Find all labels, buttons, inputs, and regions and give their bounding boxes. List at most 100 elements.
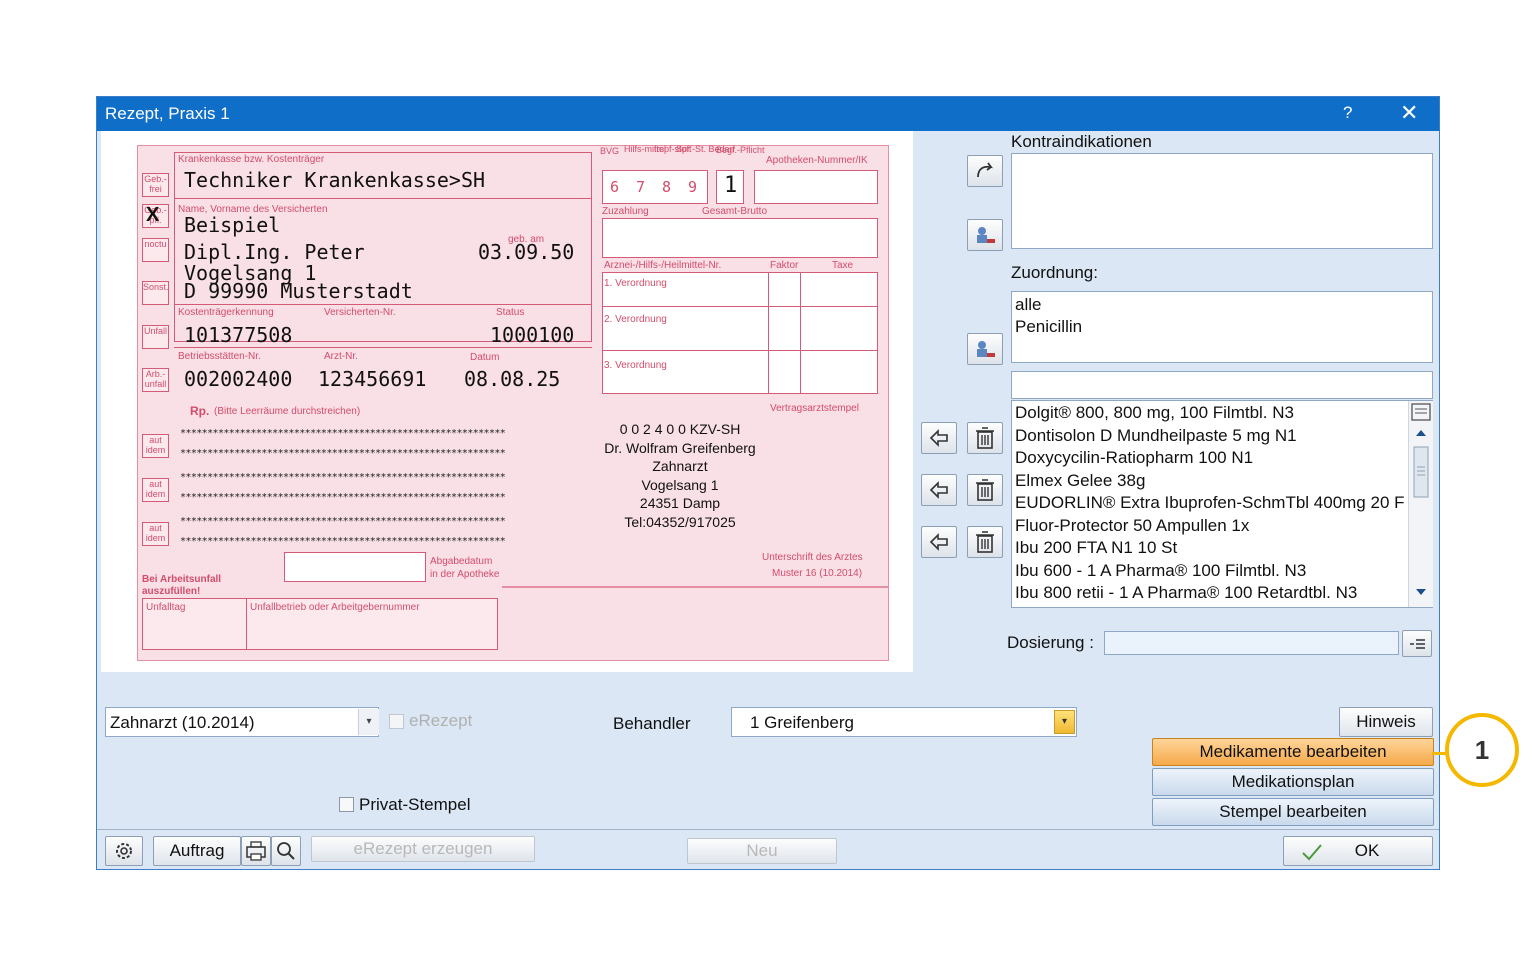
abgabedatum-boxes: [284, 552, 426, 582]
ok-label: OK: [1354, 841, 1380, 860]
unfall-hint-2: auszufüllen!: [142, 586, 201, 597]
redo-arrow-button[interactable]: [967, 155, 1003, 187]
erezept-erzeugen-button[interactable]: eRezept erzeugen: [311, 836, 535, 862]
apotheken-nr-box: [754, 170, 878, 204]
strike-line: ****************************************…: [180, 448, 506, 459]
zuordnung-list[interactable]: alle Penicillin: [1011, 291, 1433, 363]
medikament-search-input[interactable]: [1011, 371, 1433, 399]
kontraindikationen-box[interactable]: [1011, 153, 1433, 249]
divider: [602, 306, 878, 307]
hinweis-button[interactable]: Hinweis: [1339, 707, 1433, 737]
delete-verordnung-1-button[interactable]: [967, 422, 1003, 454]
preview-button[interactable]: [271, 836, 301, 866]
medikament-item[interactable]: Ibu 800 retii - 1 A Pharma® 100 Retardtb…: [1015, 582, 1407, 605]
muster16-form: Geb.-frei Geb.-pfl. X noctu Sonst. Unfal…: [137, 144, 889, 661]
medikamente-list[interactable]: Dolgit® 800, 800 mg, 100 Filmtbl. N3 Don…: [1011, 400, 1433, 608]
apotheken-nr-label: Apotheken-Nummer/IK: [766, 155, 868, 166]
arzt-value: 123456691: [318, 367, 427, 391]
formular-select[interactable]: Zahnarzt (10.2014) ▾: [105, 707, 379, 737]
dosierung-input[interactable]: [1104, 631, 1399, 655]
medikament-item[interactable]: Elmex Gelee 38g: [1015, 470, 1407, 493]
medikament-item[interactable]: Fluor-Protector 50 Ampullen 1x: [1015, 515, 1407, 538]
sonst-box[interactable]: Sonst.: [142, 281, 169, 305]
chevron-down-icon[interactable]: ▾: [358, 709, 379, 735]
medikament-item[interactable]: Doxycycilin-Ratiopharm 100 N1: [1015, 447, 1407, 470]
bsnr-label: Betriebsstätten-Nr.: [178, 351, 261, 362]
settings-button[interactable]: [105, 836, 143, 866]
ktk-value: 101377508: [184, 323, 293, 347]
medikamente-bearbeiten-button[interactable]: Medikamente bearbeiten: [1152, 738, 1434, 766]
verordnung-2-label: 2. Verordnung: [604, 314, 667, 325]
delete-verordnung-3-button[interactable]: [967, 526, 1003, 558]
callout-badge: 1: [1445, 713, 1519, 787]
medikament-item[interactable]: Dontisolon D Mundheilpaste 5 mg N1: [1015, 425, 1407, 448]
bvg-label: BVG: [600, 146, 620, 156]
add-verordnung-3-button[interactable]: [921, 526, 957, 558]
chevron-down-icon[interactable]: ▾: [1054, 710, 1075, 734]
medikament-item[interactable]: Ibu 200 FTA N1 10 St: [1015, 537, 1407, 560]
add-verordnung-1-button[interactable]: [921, 422, 957, 454]
window-title: Rezept, Praxis 1: [105, 104, 230, 123]
faktor-label: Faktor: [770, 260, 799, 271]
digit-9: 9: [688, 178, 698, 196]
behandler-label: Behandler: [613, 714, 691, 733]
arbeitsunfall-box[interactable]: Arb.-unfall: [142, 368, 169, 392]
strike-line: ****************************************…: [180, 536, 506, 547]
dosierung-list-button[interactable]: [1402, 630, 1432, 657]
arzt-label: Arzt-Nr.: [324, 351, 358, 362]
arrow-left-icon: [929, 533, 948, 551]
behandler-select[interactable]: 1 Greifenberg ▾: [731, 707, 1077, 737]
help-button[interactable]: ?: [1343, 103, 1352, 123]
privat-stempel-checkbox[interactable]: [339, 797, 354, 812]
doctor-stamp: 0 0 2 4 0 0 KZV-SH Dr. Wolfram Greifenbe…: [590, 420, 770, 531]
patient-assign-button[interactable]: [967, 219, 1003, 251]
scrollbar[interactable]: [1408, 401, 1433, 607]
geb-frei-box[interactable]: Geb.-frei: [142, 173, 169, 197]
status-value: 1000100: [490, 323, 575, 347]
neu-button[interactable]: Neu: [687, 838, 837, 864]
prescription-dialog: Rezept, Praxis 1 ? ✕ Geb.-frei Geb.-pfl.…: [96, 96, 1440, 870]
unfalltag-label: Unfalltag: [146, 602, 186, 613]
apotheke-label: in der Apotheke: [430, 569, 500, 580]
patient-assign-button-2[interactable]: [967, 333, 1003, 365]
ok-button[interactable]: OK: [1283, 836, 1433, 866]
erezept-checkbox[interactable]: [389, 714, 404, 729]
dosierung-label: Dosierung :: [1007, 633, 1094, 652]
medikament-item[interactable]: Ibu 600 - 1 A Pharma® 100 Filmtbl. N3: [1015, 560, 1407, 583]
print-button[interactable]: [241, 836, 271, 866]
zuordnung-item[interactable]: Penicillin: [1015, 316, 1082, 339]
auftrag-button[interactable]: Auftrag: [153, 836, 241, 866]
medikament-item[interactable]: Dolgit® 800, 800 mg, 100 Filmtbl. N3: [1015, 402, 1407, 425]
close-button[interactable]: ✕: [1400, 100, 1418, 126]
unfall-box[interactable]: Unfall: [142, 325, 169, 349]
formular-select-value: Zahnarzt (10.2014): [110, 713, 255, 732]
taxe-label: Taxe: [832, 260, 854, 271]
delete-verordnung-2-button[interactable]: [967, 474, 1003, 506]
form-edge: [502, 586, 888, 588]
datum-label: Datum: [470, 352, 500, 363]
scrollbar-graphic: [1411, 403, 1431, 595]
bsnr-value: 002002400: [184, 367, 293, 391]
erezept-label: eRezept: [409, 711, 473, 730]
medikament-item[interactable]: EUDORLIN® Extra Ibuprofen-SchmTbl 400mg …: [1015, 492, 1407, 515]
add-verordnung-2-button[interactable]: [921, 474, 957, 506]
stamp-line: Vogelsang 1: [641, 476, 719, 493]
aut-idem-box-3[interactable]: aut idem: [142, 522, 169, 546]
unfallbetrieb-label: Unfallbetrieb oder Arbeitgebernummer: [250, 602, 420, 613]
medikationsplan-button[interactable]: Medikationsplan: [1152, 768, 1434, 796]
stempel-bearbeiten-button[interactable]: Stempel bearbeiten: [1152, 798, 1434, 826]
aut-idem-box-2[interactable]: aut idem: [142, 478, 169, 502]
verordnung-table: [602, 272, 878, 394]
divider: [768, 272, 769, 394]
printer-icon: [246, 841, 266, 861]
arznei-nr-label: Arznei-/Hilfs-/Heilmittel-Nr.: [604, 260, 722, 271]
x-mark: X: [146, 204, 160, 226]
begr-value: 1: [724, 173, 738, 198]
strike-line: ****************************************…: [180, 492, 506, 503]
zuordnung-item[interactable]: alle: [1015, 294, 1041, 317]
divider: [602, 350, 878, 351]
unfall-hint-1: Bei Arbeitsunfall: [142, 574, 222, 585]
vertragsarzt-label: Vertragsarztstempel: [770, 403, 859, 414]
aut-idem-box-1[interactable]: aut idem: [142, 434, 169, 458]
noctu-box[interactable]: noctu: [142, 238, 169, 262]
